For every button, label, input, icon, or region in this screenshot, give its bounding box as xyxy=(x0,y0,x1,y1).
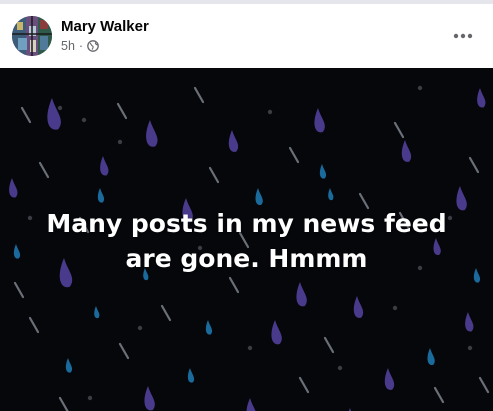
rain-streak xyxy=(208,166,220,184)
rain-dot xyxy=(87,395,93,401)
raindrop-purple xyxy=(477,88,486,108)
rain-dot xyxy=(117,139,123,145)
rain-streak xyxy=(118,342,130,360)
rain-streak xyxy=(38,161,50,179)
rain-dot xyxy=(467,345,473,351)
raindrop-purple xyxy=(296,282,307,307)
rain-streak xyxy=(288,146,300,164)
rain-streak xyxy=(13,281,25,299)
raindrop-purple xyxy=(9,178,18,198)
rain-streak xyxy=(28,316,40,334)
rain-streak xyxy=(193,86,205,104)
rain-dot xyxy=(247,345,253,351)
raindrop-purple xyxy=(314,108,325,133)
author-name[interactable]: Mary Walker xyxy=(61,18,149,35)
raindrop-blue xyxy=(319,164,327,179)
raindrop-blue xyxy=(187,368,195,383)
post-background: Many posts in my news feed are gone. Hmm… xyxy=(0,68,493,411)
more-horizontal-icon xyxy=(453,33,473,39)
raindrop-purple xyxy=(47,98,61,130)
raindrop-blue xyxy=(255,188,263,206)
rain-streak xyxy=(433,386,445,404)
more-options-button[interactable] xyxy=(447,20,479,52)
raindrop-purple xyxy=(246,398,256,411)
meta-separator: · xyxy=(78,39,84,53)
raindrop-purple xyxy=(144,386,155,411)
rain-streak xyxy=(116,102,128,120)
post-text: Many posts in my news feed are gone. Hmm… xyxy=(0,206,493,276)
rain-streak xyxy=(393,121,405,139)
globe-icon[interactable] xyxy=(87,40,99,52)
post-time[interactable]: 5h xyxy=(61,39,75,53)
raindrop-purple xyxy=(228,130,239,152)
raindrop-purple xyxy=(100,156,109,176)
raindrop-purple xyxy=(465,312,474,332)
rain-dot xyxy=(267,109,273,115)
post-text-line-1: Many posts in my news feed xyxy=(46,209,447,238)
rain-streak xyxy=(478,376,490,394)
post-header: Mary Walker 5h · xyxy=(0,4,493,68)
post-card: Mary Walker 5h · Many posts in my news f… xyxy=(0,0,493,411)
raindrop-purple xyxy=(353,296,364,318)
raindrop-purple xyxy=(401,140,412,162)
raindrop-blue xyxy=(97,188,105,203)
rain-streak xyxy=(468,156,480,174)
rain-dot xyxy=(392,305,398,311)
rain-dot xyxy=(417,85,423,91)
rain-streak xyxy=(20,106,32,124)
post-text-line-2: are gone. Hmmm xyxy=(125,244,368,273)
rain-dot xyxy=(81,117,87,123)
raindrop-purple xyxy=(271,320,282,345)
raindrop-purple xyxy=(146,120,158,147)
avatar-image xyxy=(12,16,52,56)
avatar[interactable] xyxy=(12,16,52,56)
raindrop-blue xyxy=(328,188,334,201)
rain-streak xyxy=(228,276,240,294)
raindrop-purple xyxy=(384,368,395,390)
rain-dot xyxy=(137,325,143,331)
rain-streak xyxy=(323,336,335,354)
rain-streak xyxy=(160,304,172,322)
raindrop-blue xyxy=(427,348,435,366)
rain-streak xyxy=(58,396,69,411)
raindrop-blue xyxy=(205,320,213,335)
raindrop-blue xyxy=(94,306,100,319)
raindrop-blue xyxy=(65,358,73,373)
post-meta: 5h · xyxy=(61,39,99,53)
rain-dot xyxy=(337,365,343,371)
rain-dot xyxy=(57,105,63,111)
rain-streak xyxy=(298,376,310,394)
